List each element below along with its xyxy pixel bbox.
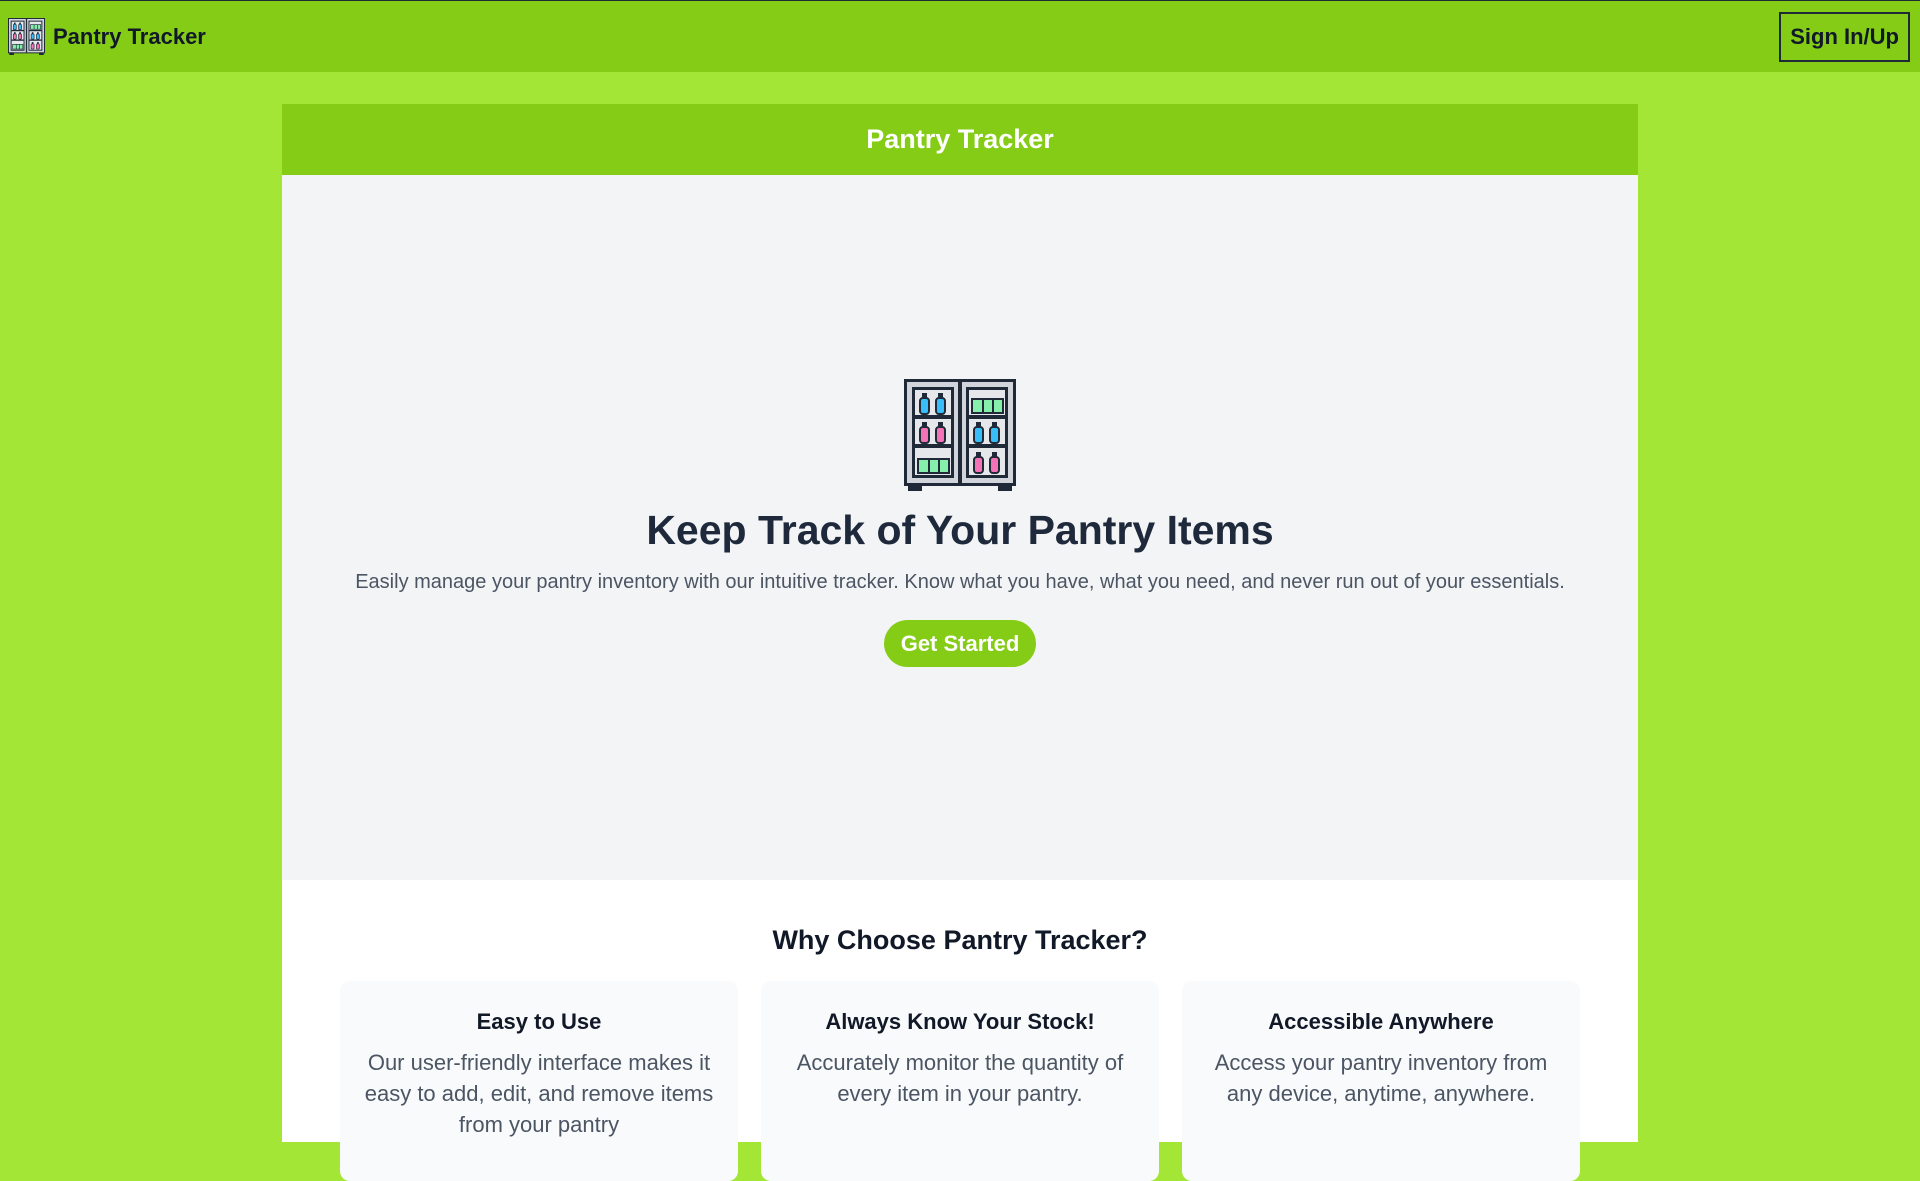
- section-header-title: Pantry Tracker: [866, 124, 1054, 154]
- feature-card-description: Access your pantry inventory from any de…: [1214, 1050, 1548, 1106]
- feature-card-title: Always Know Your Stock!: [825, 1009, 1095, 1034]
- features-section: Why Choose Pantry Tracker? Easy to Use O…: [282, 880, 1638, 1181]
- feature-card: Accessible Anywhere Access your pantry i…: [1182, 981, 1580, 1181]
- navbar: Pantry Tracker Sign In/Up: [0, 0, 1920, 72]
- feature-card-title: Accessible Anywhere: [1268, 1009, 1494, 1034]
- pantry-cabinet-icon: [8, 18, 45, 55]
- hero-title: Keep Track of Your Pantry Items: [646, 507, 1274, 553]
- main-container: Pantry Tracker Keep Track of Your Pantry…: [282, 104, 1638, 1181]
- feature-card-description: Our user-friendly interface makes it eas…: [364, 1050, 714, 1137]
- feature-card-description: Accurately monitor the quantity of every…: [796, 1050, 1124, 1106]
- features-grid: Easy to Use Our user-friendly interface …: [340, 981, 1580, 1181]
- brand-name: Pantry Tracker: [53, 23, 206, 49]
- feature-card: Always Know Your Stock! Accurately monit…: [761, 981, 1159, 1181]
- pantry-cabinet-icon: [904, 379, 1016, 491]
- sign-in-button[interactable]: Sign In/Up: [1779, 11, 1910, 62]
- hero-section: Keep Track of Your Pantry Items Easily m…: [282, 175, 1638, 880]
- hero-subtitle: Easily manage your pantry inventory with…: [355, 571, 1565, 594]
- feature-card-title: Easy to Use: [476, 1009, 602, 1034]
- brand[interactable]: Pantry Tracker: [8, 18, 206, 55]
- section-header: Pantry Tracker: [282, 104, 1638, 175]
- get-started-button[interactable]: Get Started: [883, 620, 1037, 668]
- feature-card: Easy to Use Our user-friendly interface …: [340, 981, 738, 1181]
- features-title: Why Choose Pantry Tracker?: [772, 925, 1148, 955]
